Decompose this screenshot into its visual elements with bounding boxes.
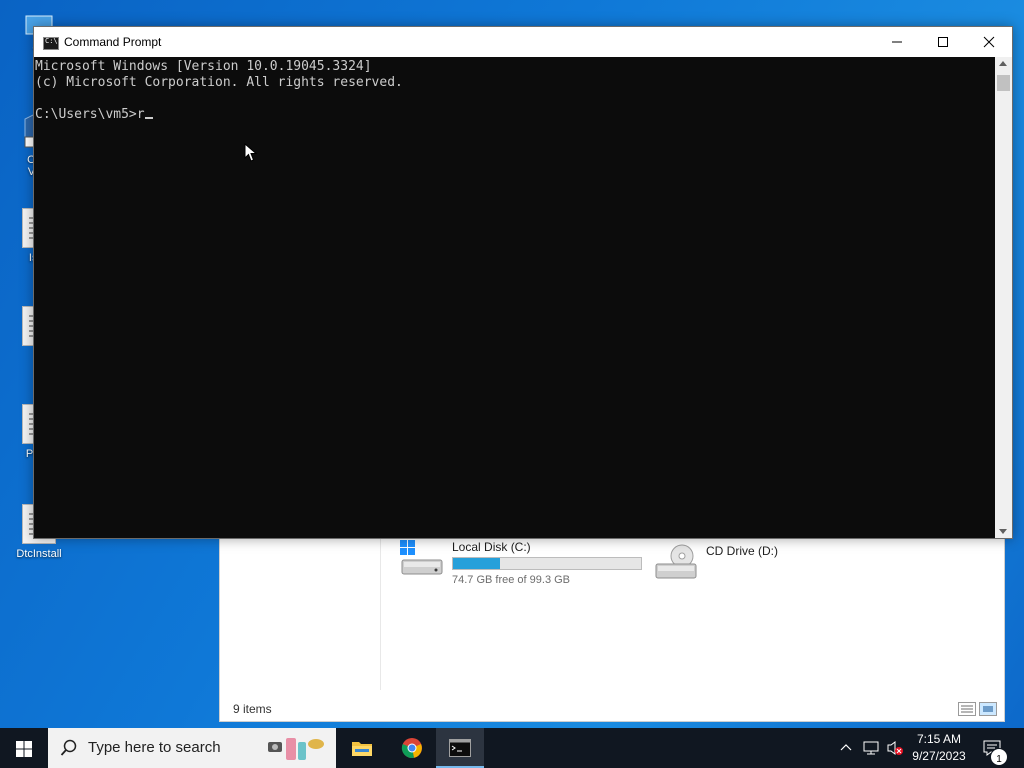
scroll-up-arrow-icon[interactable] — [999, 61, 1007, 66]
taskbar-command-prompt[interactable] — [436, 728, 484, 768]
minimize-button[interactable] — [874, 27, 920, 57]
clock-time: 7:15 AM — [916, 732, 962, 746]
command-prompt-window[interactable]: Command Prompt Microsoft Windows [Versio… — [33, 26, 1013, 539]
minimize-icon — [892, 41, 902, 43]
network-status-button[interactable] — [860, 728, 882, 768]
drive-local-disk-c[interactable]: Local Disk (C:) 74.7 GB free of 99.3 GB — [400, 540, 642, 586]
large-icons-view-button[interactable] — [979, 702, 997, 716]
folder-icon — [352, 742, 372, 756]
console-line: (c) Microsoft Corporation. All rights re… — [35, 75, 403, 90]
search-placeholder: Type here to search — [88, 739, 221, 756]
drive-name: CD Drive (D:) — [706, 544, 778, 558]
scrollbar-thumb[interactable] — [997, 75, 1010, 91]
file-explorer-window: Local Disk (C:) 74.7 GB free of 99.3 GB … — [219, 527, 1005, 722]
volume-muted-icon — [887, 741, 903, 755]
maximize-icon — [938, 37, 948, 47]
drive-free-space: 74.7 GB free of 99.3 GB — [452, 574, 571, 586]
console-output[interactable]: Microsoft Windows [Version 10.0.19045.33… — [34, 57, 995, 538]
title-bar[interactable]: Command Prompt — [34, 27, 1012, 57]
search-icon — [60, 739, 77, 756]
notification-count: 1 — [996, 754, 1002, 765]
windows-logo-icon — [16, 741, 32, 757]
console-prompt-line: C:\Users\vm5>r — [35, 107, 995, 123]
status-bar: 9 items — [220, 697, 1004, 721]
drive-name: Local Disk (C:) — [452, 540, 531, 554]
action-center-button[interactable]: 1 — [980, 728, 1020, 768]
text-cursor — [144, 117, 153, 119]
scroll-down-arrow-icon[interactable] — [999, 529, 1007, 534]
notification-badge: 1 — [990, 748, 1008, 766]
network-icon — [863, 741, 879, 755]
details-view-button[interactable] — [958, 702, 976, 716]
cmd-app-icon — [43, 37, 59, 50]
show-hidden-icons-button[interactable] — [836, 728, 856, 768]
cmd-icon — [449, 739, 471, 757]
chevron-up-icon — [840, 744, 852, 751]
volume-button[interactable] — [884, 728, 906, 768]
disk-usage-bar — [452, 557, 642, 570]
close-icon — [983, 36, 995, 48]
start-button[interactable] — [0, 728, 48, 768]
mouse-pointer-icon — [244, 143, 258, 162]
disk-usage-fill — [453, 558, 500, 569]
taskbar-file-explorer[interactable] — [340, 728, 384, 768]
item-count: 9 items — [233, 702, 272, 716]
window-title: Command Prompt — [64, 35, 162, 49]
clock-date: 9/27/2023 — [912, 749, 966, 763]
taskbar-search-box[interactable]: Type here to search — [48, 728, 336, 768]
cd-drive-icon — [654, 544, 698, 580]
console-prompt-text: C:\Users\vm5>r — [35, 107, 145, 122]
maximize-button[interactable] — [920, 27, 966, 57]
console-line: Microsoft Windows [Version 10.0.19045.33… — [35, 59, 372, 74]
clock[interactable]: 7:15 AM 9/27/2023 — [908, 728, 970, 768]
vertical-scrollbar[interactable] — [995, 57, 1012, 538]
hard-drive-icon — [400, 540, 444, 576]
desktop-icon-label: DtcInstall — [16, 548, 62, 560]
search-highlight-travel-icon — [268, 738, 324, 760]
drive-cd-d[interactable]: CD Drive (D:) — [654, 544, 778, 580]
chrome-icon — [401, 738, 422, 759]
navigation-pane[interactable] — [220, 528, 381, 690]
taskbar: Type here to search 7:15 AM 9/27/2023 1 — [0, 728, 1024, 768]
taskbar-chrome[interactable] — [390, 728, 434, 768]
close-button[interactable] — [966, 27, 1012, 57]
